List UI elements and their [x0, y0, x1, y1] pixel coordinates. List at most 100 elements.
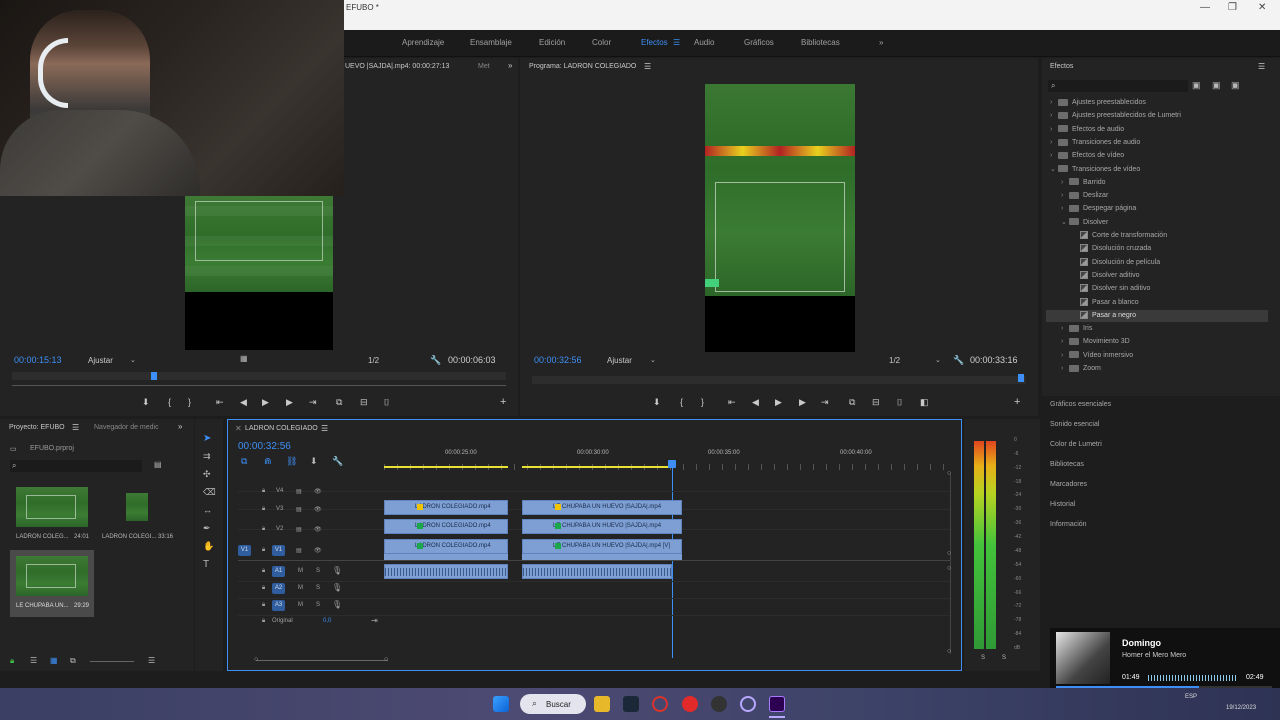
chevron-right-icon[interactable]: ›: [1050, 149, 1058, 162]
microphone-icon[interactable]: 🎙︎: [332, 583, 342, 592]
workspace-tab-audio[interactable]: Audio: [694, 38, 714, 47]
mark-in-icon[interactable]: {: [168, 397, 171, 407]
sort-icon[interactable]: ☰: [148, 656, 155, 665]
thumbnail-2[interactable]: [126, 493, 148, 521]
pen-tool-icon[interactable]: ✒: [203, 523, 211, 534]
file-explorer-icon[interactable]: [594, 696, 610, 712]
go-to-in-icon[interactable]: ⇤: [216, 397, 224, 408]
solo-right[interactable]: S: [1002, 655, 1006, 661]
taskbar-date[interactable]: 19/12/2023: [1226, 705, 1256, 711]
play-icon[interactable]: ▶: [775, 397, 782, 408]
source-tab[interactable]: UEVO |SAJDA|.mp4: 00:00:27:13: [345, 63, 449, 70]
effect-folder[interactable]: ⌄ Disolver: [1050, 216, 1108, 229]
steam-icon[interactable]: [623, 696, 639, 712]
effect-item[interactable]: Disolver sin aditivo: [1050, 282, 1150, 295]
add-marker-icon[interactable]: ⬇: [653, 397, 661, 408]
effect-folder[interactable]: › Transiciones de audio: [1050, 136, 1140, 149]
step-back-icon[interactable]: ◀: [240, 397, 247, 408]
source-fit-select[interactable]: Ajustar: [88, 356, 113, 365]
selection-tool-icon[interactable]: ➤: [203, 433, 211, 444]
effect-item[interactable]: Disolución cruzada: [1050, 242, 1151, 255]
lock-icon[interactable]: 🔒︎: [262, 568, 265, 575]
effect-item[interactable]: Disolución de película: [1050, 256, 1160, 269]
workspace-tab-edicion[interactable]: Edición: [539, 38, 565, 47]
workspace-tab-color[interactable]: Color: [592, 38, 611, 47]
panel-menu-icon[interactable]: ☰: [72, 423, 79, 432]
chevron-right-icon[interactable]: ›: [1061, 322, 1069, 335]
snap-icon[interactable]: ⋒: [264, 456, 272, 467]
go-to-out-icon[interactable]: ⇥: [309, 397, 317, 408]
close-icon[interactable]: ✕: [1258, 2, 1266, 13]
chevron-right-icon[interactable]: ›: [1061, 189, 1069, 202]
effect-folder[interactable]: › Zoom: [1050, 362, 1101, 375]
workspace-tab-bibliotecas[interactable]: Bibliotecas: [801, 38, 840, 47]
timeline-vertical-scrollbar[interactable]: [950, 474, 951, 654]
metadata-tab[interactable]: Met: [478, 63, 490, 70]
export-frame-icon[interactable]: ⌷: [897, 397, 902, 408]
program-fit-select[interactable]: Ajustar: [607, 356, 632, 365]
lift-icon[interactable]: ⧉: [849, 397, 855, 408]
source-playhead[interactable]: [151, 372, 157, 380]
chevron-down-icon[interactable]: ⌄: [935, 356, 941, 364]
panel-historial[interactable]: Historial: [1050, 501, 1075, 508]
slip-tool-icon[interactable]: ↔: [203, 505, 212, 515]
eye-icon[interactable]: 👁︎: [314, 526, 322, 533]
mute-button[interactable]: M: [298, 568, 303, 574]
play-icon[interactable]: ▶: [262, 397, 269, 408]
lock-icon[interactable]: 🔒︎: [262, 488, 265, 495]
effect-folder[interactable]: › Efectos de vídeo: [1050, 149, 1124, 162]
track-label-a2[interactable]: A2: [272, 583, 285, 594]
sequence-tab[interactable]: LADRON COLEGIADO: [245, 425, 318, 432]
thumbnail-3[interactable]: [16, 556, 88, 596]
more-panels-icon[interactable]: »: [178, 422, 182, 431]
chevron-right-icon[interactable]: ›: [1061, 349, 1069, 362]
chevron-down-icon[interactable]: ⌄: [650, 356, 656, 364]
film-icon[interactable]: ▤: [296, 526, 302, 533]
panel-menu-icon[interactable]: ☰: [1258, 62, 1265, 71]
effect-folder[interactable]: › Ajustes preestablecidos de Lumetri: [1050, 109, 1181, 122]
source-patch-v1[interactable]: V1: [238, 545, 251, 556]
github-icon[interactable]: [711, 696, 727, 712]
opera-icon[interactable]: [652, 696, 668, 712]
effect-folder[interactable]: ⌄ Transiciones de vídeo: [1050, 163, 1140, 176]
media-browser-tab[interactable]: Navegador de medic: [94, 424, 159, 431]
chevron-right-icon[interactable]: ›: [1050, 96, 1058, 109]
lock-icon[interactable]: 🔒︎: [262, 602, 265, 609]
effect-item[interactable]: Pasar a blanco: [1050, 296, 1139, 309]
effect-item[interactable]: Pasar a negro: [1050, 309, 1136, 322]
program-playhead[interactable]: [1018, 374, 1024, 382]
scroll-handle-icon[interactable]: ○: [947, 648, 951, 655]
program-tab[interactable]: Programa: LADRON COLEGIADO: [529, 63, 636, 70]
hand-tool-icon[interactable]: ✋: [203, 541, 214, 552]
track-label-v3[interactable]: V3: [276, 506, 283, 512]
go-to-end-icon[interactable]: ⇥: [371, 616, 378, 625]
overwrite-icon[interactable]: ⊟: [360, 397, 368, 408]
effect-folder[interactable]: › Despegar página: [1050, 202, 1136, 215]
wrench-icon[interactable]: 🔧: [430, 355, 441, 366]
track-select-tool-icon[interactable]: ⇉: [203, 451, 211, 462]
step-forward-icon[interactable]: ▶: [799, 397, 806, 408]
workspace-tab-aprendizaje[interactable]: Aprendizaje: [402, 38, 444, 47]
solo-button[interactable]: S: [316, 568, 320, 574]
thumbnail-1[interactable]: [16, 487, 88, 527]
chevron-right-icon[interactable]: ›: [1050, 123, 1058, 136]
mute-button[interactable]: M: [298, 585, 303, 591]
timeline-playhead-handle[interactable]: [668, 460, 676, 468]
clip-v2-b[interactable]: LE CHUPABA UN HUEVO |SAJDA|.mp4: [522, 519, 682, 534]
list-view-icon[interactable]: ☰: [30, 656, 37, 665]
razor-tool-icon[interactable]: ⌫: [203, 487, 216, 498]
effect-folder[interactable]: › Barrido: [1050, 176, 1106, 189]
microphone-icon[interactable]: 🎙︎: [332, 600, 342, 609]
effect-folder[interactable]: › Ajustes preestablecidos: [1050, 96, 1146, 109]
solo-left[interactable]: S: [981, 655, 985, 661]
taskbar-search[interactable]: ⌕ Buscar: [520, 694, 586, 714]
lock-icon[interactable]: 🔒︎: [262, 526, 265, 533]
chevron-right-icon[interactable]: ›: [1061, 335, 1069, 348]
clip-v1-b[interactable]: LE CHUPABA UN HUEVO |SAJDA|.mp4 [V]: [522, 539, 682, 554]
project-search-input[interactable]: [10, 460, 142, 472]
track-label-v4[interactable]: V4: [276, 488, 283, 494]
mark-out-icon[interactable]: }: [188, 397, 191, 407]
panel-informacion[interactable]: Información: [1050, 521, 1087, 528]
minimize-icon[interactable]: —: [1200, 2, 1210, 13]
effect-item[interactable]: Corte de transformación: [1050, 229, 1167, 242]
